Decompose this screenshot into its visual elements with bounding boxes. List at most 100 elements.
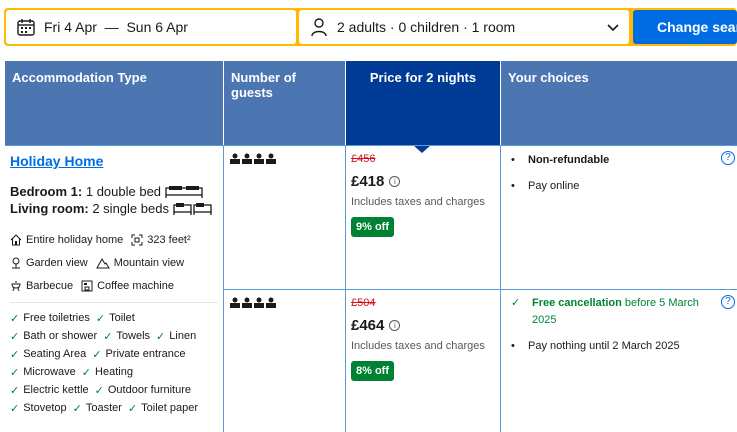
check-icon: ✓: [511, 297, 521, 309]
amenity-row: ✓ Electric kettle ✓ Outdoor furniture: [10, 381, 218, 399]
person-icon: [311, 18, 327, 37]
header-price: Price for 2 nights: [346, 61, 500, 145]
current-price: £418 i: [351, 173, 496, 190]
amenity-item: ✓ Electric kettle: [10, 384, 89, 397]
room-title-link[interactable]: Holiday Home: [10, 153, 103, 169]
choice-item: • Pay online: [511, 178, 721, 195]
amenity-label: Bath or shower: [23, 330, 98, 342]
tax-note: Includes taxes and charges: [351, 196, 485, 208]
facility-label: Barbecue: [26, 279, 74, 292]
help-icon[interactable]: ?: [721, 295, 735, 309]
change-search-button[interactable]: Change search: [633, 10, 737, 44]
check-icon: ✓: [72, 402, 82, 415]
info-icon[interactable]: i: [389, 320, 401, 331]
facility-item: Barbecue: [10, 280, 73, 292]
amenity-label: Toilet: [109, 312, 135, 324]
amenity-item: ✓ Toilet paper: [128, 402, 198, 415]
current-price: £464 i: [351, 317, 496, 334]
search-bar: Fri 4 Apr — Sun 6 Apr 2 adults · 0 child…: [4, 8, 737, 46]
check-icon: ✓: [10, 384, 20, 397]
facility-item: 323 feet²: [131, 233, 191, 246]
guests-text: 2 adults · 0 children · 1 room: [337, 19, 516, 35]
amenity-item: ✓ Microwave: [10, 366, 76, 379]
current-price-value: £418: [351, 173, 385, 190]
amenity-row: ✓ Free toiletries ✓ Toilet: [10, 309, 218, 327]
facility-label: Garden view: [26, 256, 88, 269]
chevron-down-icon: [607, 24, 619, 32]
facility-item: Mountain view: [95, 257, 184, 269]
check-icon: ✓: [103, 330, 113, 343]
amenity-row: ✓ Microwave ✓ Heating: [10, 363, 218, 381]
price-cell: £456 £418 i Includes taxes and charges 9…: [351, 153, 496, 237]
amenity-item: ✓ Bath or shower: [10, 330, 97, 343]
amenity-label: Stovetop: [23, 402, 67, 414]
amenity-label: Electric kettle: [23, 384, 89, 396]
check-icon: ✓: [95, 312, 106, 325]
facility-row: Barbecue Coffee machine: [10, 274, 218, 297]
bullet-icon: •: [511, 340, 515, 352]
double-bed-icon: [165, 185, 203, 198]
check-icon: ✓: [127, 402, 138, 415]
house-icon: [10, 233, 22, 245]
check-icon: ✓: [92, 348, 102, 361]
calendar-icon: [17, 19, 35, 36]
amenity-item: ✓ Toilet: [96, 312, 135, 325]
discount-badge: 8% off: [351, 361, 394, 381]
facility-item: Entire holiday home: [10, 234, 123, 246]
check-icon: ✓: [10, 366, 20, 379]
check-icon: ✓: [10, 330, 20, 343]
guest-count-icons: [230, 153, 278, 164]
dates-text: Fri 4 Apr — Sun 6 Apr: [44, 19, 188, 35]
amenity-label: Microwave: [23, 366, 76, 378]
check-icon: ✓: [10, 348, 20, 361]
original-price: £456: [351, 153, 376, 165]
amenity-item: ✓ Toaster: [73, 402, 122, 415]
room-table: Accommodation Type Number of guests Pric…: [5, 61, 737, 432]
amenity-item: ✓ Free toiletries: [10, 312, 90, 325]
amenity-row: ✓ Stovetop ✓ Toaster ✓ Toilet paper: [10, 399, 218, 417]
person-icon: [230, 297, 276, 308]
bed-row: Bedroom 1: 1 double bed: [10, 183, 218, 200]
amenity-label: Linen: [169, 330, 197, 342]
date-picker[interactable]: Fri 4 Apr — Sun 6 Apr: [6, 10, 296, 44]
bullet-icon: •: [511, 154, 515, 166]
guests-selector[interactable]: 2 adults · 0 children · 1 room: [299, 10, 629, 44]
facilities: Entire holiday home 323 feet² Garden vie…: [10, 228, 218, 297]
price-cell: £504 £464 i Includes taxes and charges 8…: [351, 297, 496, 381]
room-size-icon: [131, 234, 143, 245]
amenities-list: ✓ Free toiletries ✓ Toilet ✓ Bath or shower…: [10, 309, 218, 417]
check-icon: ✓: [94, 384, 104, 397]
check-icon: ✓: [10, 312, 20, 325]
info-icon[interactable]: i: [389, 176, 401, 187]
garden-icon: [12, 257, 20, 268]
tax-note: Includes taxes and charges: [351, 340, 485, 352]
choice-text: Free cancellation before 5 March 2025: [532, 295, 721, 329]
choice-item: ✓ Free cancellation before 5 March 2025: [511, 295, 721, 329]
facility-row: Entire holiday home 323 feet²: [10, 228, 218, 251]
divider: [10, 302, 218, 303]
header-accommodation-type: Accommodation Type: [5, 61, 223, 145]
amenity-row: ✓ Seating Area ✓ Private entrance: [10, 345, 218, 363]
barbecue-icon: [11, 280, 21, 291]
check-icon: ✓: [10, 402, 20, 415]
accommodation-details: Holiday Home Bedroom 1: 1 double bed Liv…: [5, 146, 223, 432]
bed-info: Bedroom 1: 1 double bed Living room: 2 s…: [10, 183, 218, 217]
bed-label: Living room:: [10, 201, 89, 216]
choice-text: Pay online: [528, 180, 580, 192]
help-icon[interactable]: ?: [721, 151, 735, 165]
amenity-label: Free toiletries: [23, 312, 90, 324]
header-your-choices: Your choices: [501, 61, 737, 145]
bed-value: 2 single beds: [92, 201, 169, 216]
amenity-item: ✓ Outdoor furniture: [95, 384, 191, 397]
amenity-label: Heating: [95, 366, 133, 378]
coffee-machine-icon: [81, 280, 93, 291]
mountain-icon: [95, 257, 110, 268]
amenity-label: Toaster: [85, 402, 122, 414]
amenity-item: ✓ Towels: [103, 330, 150, 343]
choice-item: • Pay nothing until 2 March 2025: [511, 338, 721, 355]
discount-badge: 9% off: [351, 217, 394, 237]
facility-label: 323 feet²: [147, 233, 191, 246]
facility-item: Garden view: [10, 257, 88, 269]
amenity-row: ✓ Bath or shower ✓ Towels ✓ Linen: [10, 327, 218, 345]
amenity-item: ✓ Stovetop: [10, 402, 67, 415]
